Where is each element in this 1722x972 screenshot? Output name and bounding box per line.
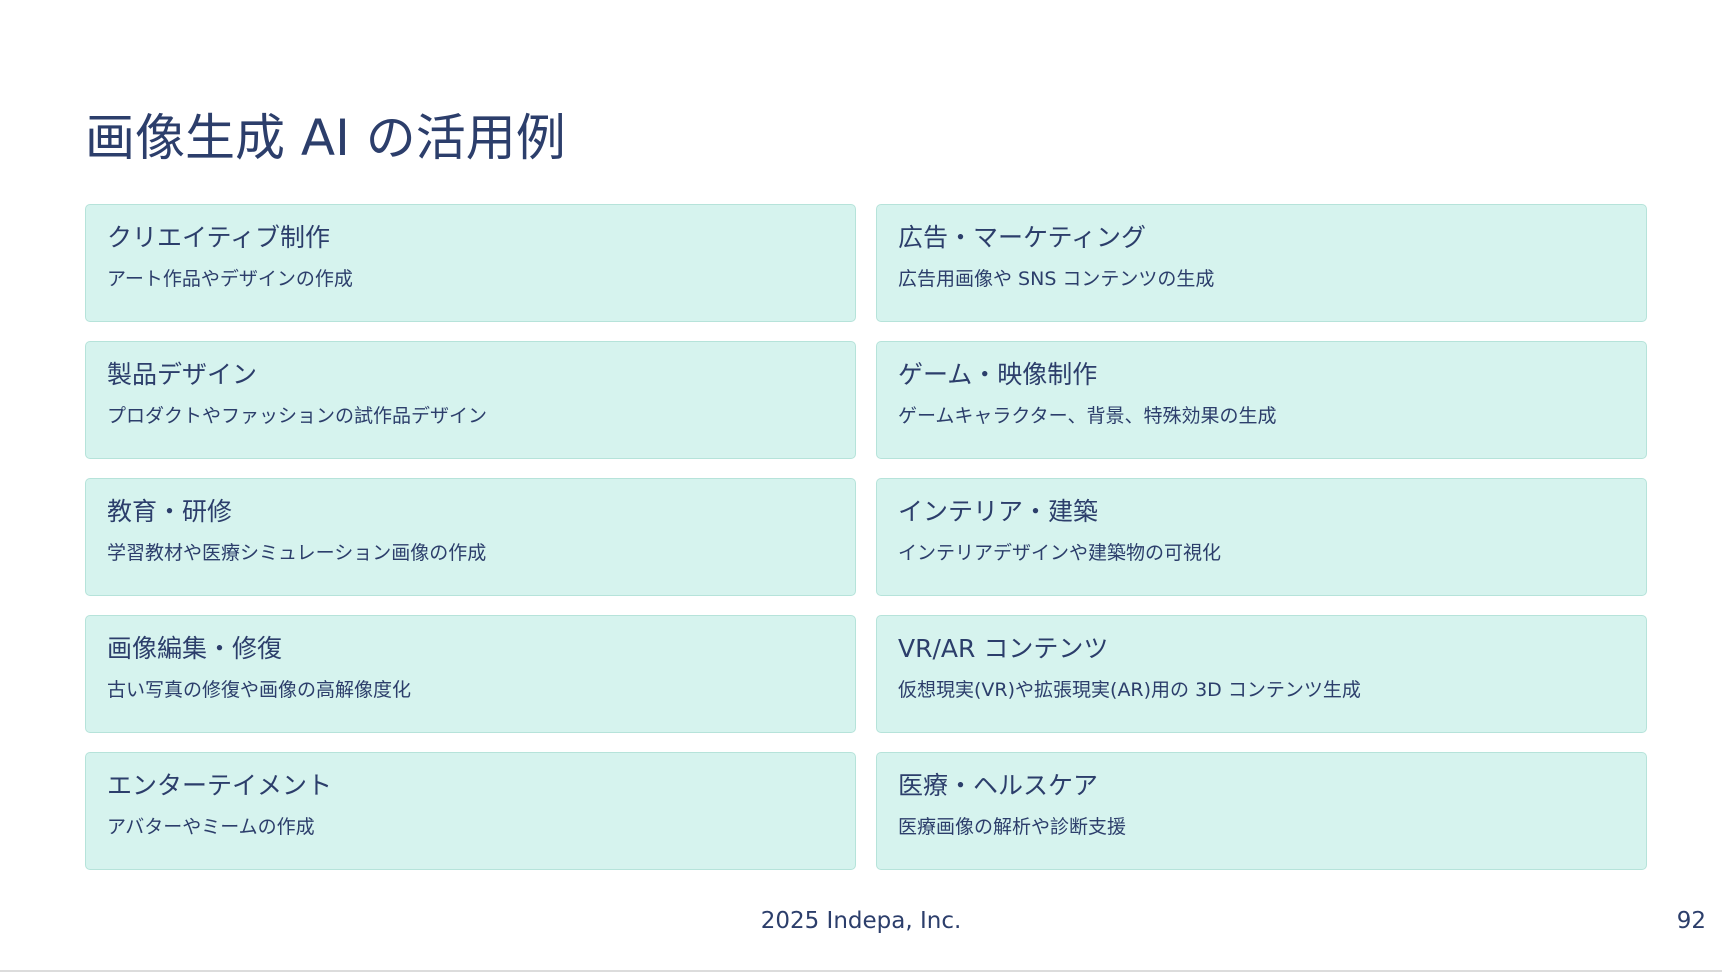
card-vr-ar: VR/AR コンテンツ 仮想現実(VR)や拡張現実(AR)用の 3D コンテンツ…: [876, 615, 1647, 733]
card-description: プロダクトやファッションの試作品デザイン: [107, 405, 488, 427]
card-description: 仮想現実(VR)や拡張現実(AR)用の 3D コンテンツ生成: [898, 679, 1361, 701]
card-game-video: ゲーム・映像制作 ゲームキャラクター、背景、特殊効果の生成: [876, 341, 1647, 459]
card-title: 教育・研修: [107, 497, 233, 526]
card-title: VR/AR コンテンツ: [898, 634, 1109, 663]
card-description: 医療画像の解析や診断支援: [898, 816, 1127, 838]
card-title: 製品デザイン: [107, 360, 258, 389]
card-description: ゲームキャラクター、背景、特殊効果の生成: [898, 405, 1277, 427]
card-description: 古い写真の修復や画像の高解像度化: [107, 679, 412, 701]
card-title: ゲーム・映像制作: [898, 360, 1098, 389]
card-description: アバターやミームの作成: [107, 816, 315, 838]
page-number: 92: [1676, 908, 1706, 934]
card-title: インテリア・建築: [898, 497, 1099, 526]
card-medical-healthcare: 医療・ヘルスケア 医療画像の解析や診断支援: [876, 752, 1647, 870]
card-education-training: 教育・研修 学習教材や医療シミュレーション画像の作成: [85, 478, 856, 596]
card-title: 医療・ヘルスケア: [898, 771, 1099, 800]
card-entertainment: エンターテイメント アバターやミームの作成: [85, 752, 856, 870]
card-description: 学習教材や医療シミュレーション画像の作成: [107, 542, 487, 564]
slide: 画像生成 AI の活用例 クリエイティブ制作 アート作品やデザインの作成 広告・…: [0, 0, 1722, 972]
card-description: インテリアデザインや建築物の可視化: [898, 542, 1222, 564]
card-image-editing: 画像編集・修復 古い写真の修復や画像の高解像度化: [85, 615, 856, 733]
card-creative: クリエイティブ制作 アート作品やデザインの作成: [85, 204, 856, 322]
slide-title: 画像生成 AI の活用例: [85, 109, 566, 167]
card-interior-architecture: インテリア・建築 インテリアデザインや建築物の可視化: [876, 478, 1647, 596]
card-description: アート作品やデザインの作成: [107, 268, 353, 290]
card-title: クリエイティブ制作: [107, 223, 331, 252]
card-product-design: 製品デザイン プロダクトやファッションの試作品デザイン: [85, 341, 856, 459]
card-title: 広告・マーケティング: [898, 223, 1147, 252]
use-case-grid: クリエイティブ制作 アート作品やデザインの作成 広告・マーケティング 広告用画像…: [85, 204, 1647, 870]
card-title: 画像編集・修復: [107, 634, 283, 663]
card-title: エンターテイメント: [107, 771, 333, 800]
card-description: 広告用画像や SNS コンテンツの生成: [898, 268, 1215, 290]
footer-copyright: 2025 Indepa, Inc.: [760, 908, 962, 934]
card-advertising-marketing: 広告・マーケティング 広告用画像や SNS コンテンツの生成: [876, 204, 1647, 322]
